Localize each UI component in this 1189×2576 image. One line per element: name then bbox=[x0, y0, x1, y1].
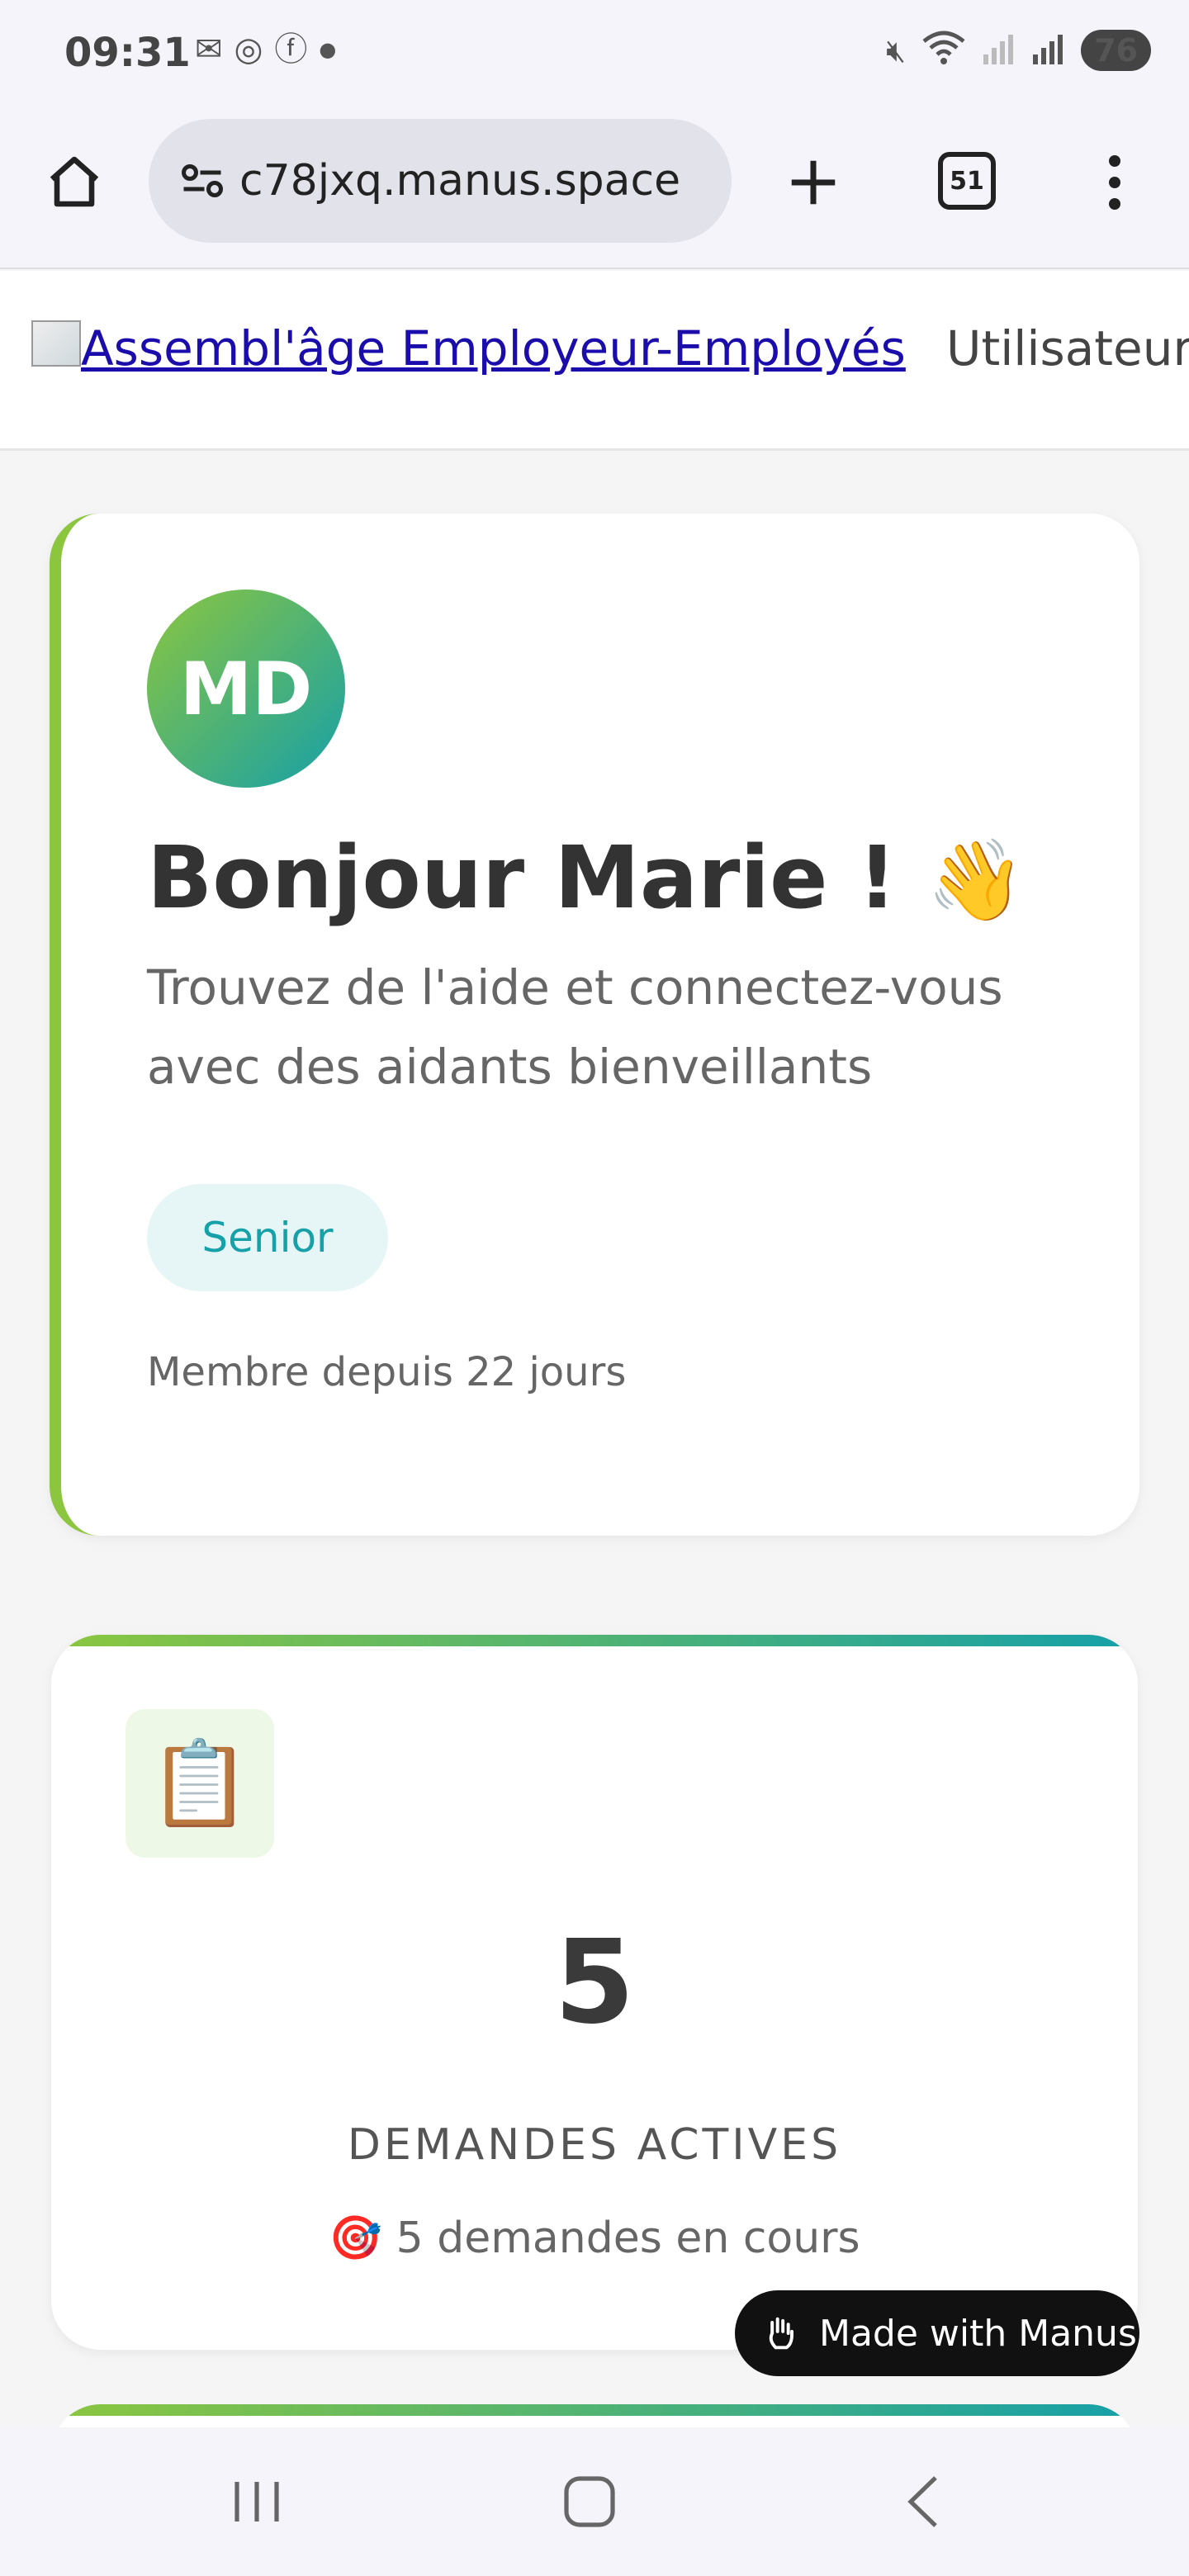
facebook-icon: ⓕ bbox=[274, 31, 308, 69]
signal-icon bbox=[1031, 30, 1064, 71]
status-time: 09:31 bbox=[64, 30, 191, 76]
gmail-icon: ✉ bbox=[195, 31, 223, 69]
greeting-title: Bonjour Marie ! 👋 bbox=[147, 827, 1026, 928]
browser-menu-button[interactable] bbox=[1090, 145, 1139, 220]
recents-icon bbox=[234, 2482, 279, 2522]
wifi-icon bbox=[922, 30, 965, 71]
target-icon: 🎯 bbox=[329, 2214, 383, 2263]
clipboard-icon: 📋 bbox=[126, 1709, 274, 1858]
signal-r-icon bbox=[982, 30, 1015, 71]
home-button[interactable] bbox=[41, 149, 107, 215]
stat-detail-text: 5 demandes en cours bbox=[396, 2214, 860, 2263]
welcome-card: MD Bonjour Marie ! 👋 Trouvez de l'aide e… bbox=[50, 514, 1139, 1536]
avatar: MD bbox=[147, 590, 345, 788]
manus-badge-label: Made with Manus bbox=[819, 2312, 1137, 2355]
menu-dot bbox=[1109, 155, 1120, 167]
menu-dot bbox=[1109, 177, 1120, 188]
status-bar: 09:31 ✉ ◎ ⓕ ● 🔇︎ 76 bbox=[0, 0, 1189, 107]
back-button[interactable] bbox=[882, 2469, 964, 2535]
stat-label: DEMANDES ACTIVES bbox=[347, 2120, 842, 2170]
system-icons: 🔇︎ 76 bbox=[886, 30, 1151, 71]
manus-hand-icon bbox=[760, 2312, 803, 2355]
whatsapp-icon: ◎ bbox=[234, 31, 263, 69]
card-accent-bar bbox=[51, 2404, 1138, 2416]
battery-indicator: 76 bbox=[1081, 30, 1151, 71]
mute-icon: 🔇︎ bbox=[886, 32, 907, 69]
site-settings-icon[interactable] bbox=[173, 152, 231, 210]
home-square-icon bbox=[564, 2476, 615, 2527]
menu-dot bbox=[1109, 198, 1120, 210]
notification-icons: ✉ ◎ ⓕ ● bbox=[195, 33, 336, 66]
greeting-text: Bonjour Marie ! bbox=[147, 827, 898, 928]
tab-switcher-button[interactable]: 51 bbox=[938, 152, 996, 210]
home-nav-button[interactable] bbox=[548, 2469, 631, 2535]
url-text[interactable]: c78jxq.manus.space bbox=[239, 156, 680, 206]
welcome-subtitle: Trouvez de l'aide et connectez-vous avec… bbox=[147, 959, 1003, 1095]
home-icon bbox=[50, 156, 99, 207]
back-chevron-icon bbox=[907, 2476, 937, 2527]
role-badge: Senior bbox=[147, 1184, 388, 1291]
stat-value: 5 bbox=[554, 1915, 635, 2050]
dot-icon: ● bbox=[319, 38, 337, 61]
recent-apps-button[interactable] bbox=[216, 2469, 299, 2535]
made-with-manus-badge[interactable]: Made with Manus bbox=[735, 2290, 1139, 2376]
browser-toolbar: c78jxq.manus.space 51 bbox=[0, 107, 1189, 269]
site-header: Assembl'âge Employeur-Employés Utilisate… bbox=[0, 271, 1189, 451]
new-tab-button[interactable] bbox=[776, 145, 850, 220]
member-since: Membre depuis 22 jours bbox=[147, 1349, 627, 1395]
stat-detail: 🎯 5 demandes en cours bbox=[51, 2213, 1138, 2263]
logo-image-broken bbox=[31, 320, 81, 367]
brand-link[interactable]: Assembl'âge Employeur-Employés bbox=[81, 320, 906, 376]
plus-icon bbox=[791, 160, 836, 205]
system-nav-bar bbox=[0, 2427, 1189, 2576]
active-requests-card[interactable]: 📋 5 DEMANDES ACTIVES 🎯 5 demandes en cou… bbox=[51, 1635, 1138, 2350]
card-accent-bar bbox=[51, 1635, 1138, 1646]
address-bar[interactable]: c78jxq.manus.space bbox=[149, 119, 732, 243]
user-label: Utilisateur bbox=[946, 320, 1189, 376]
wave-icon: 👋 bbox=[926, 834, 1026, 926]
